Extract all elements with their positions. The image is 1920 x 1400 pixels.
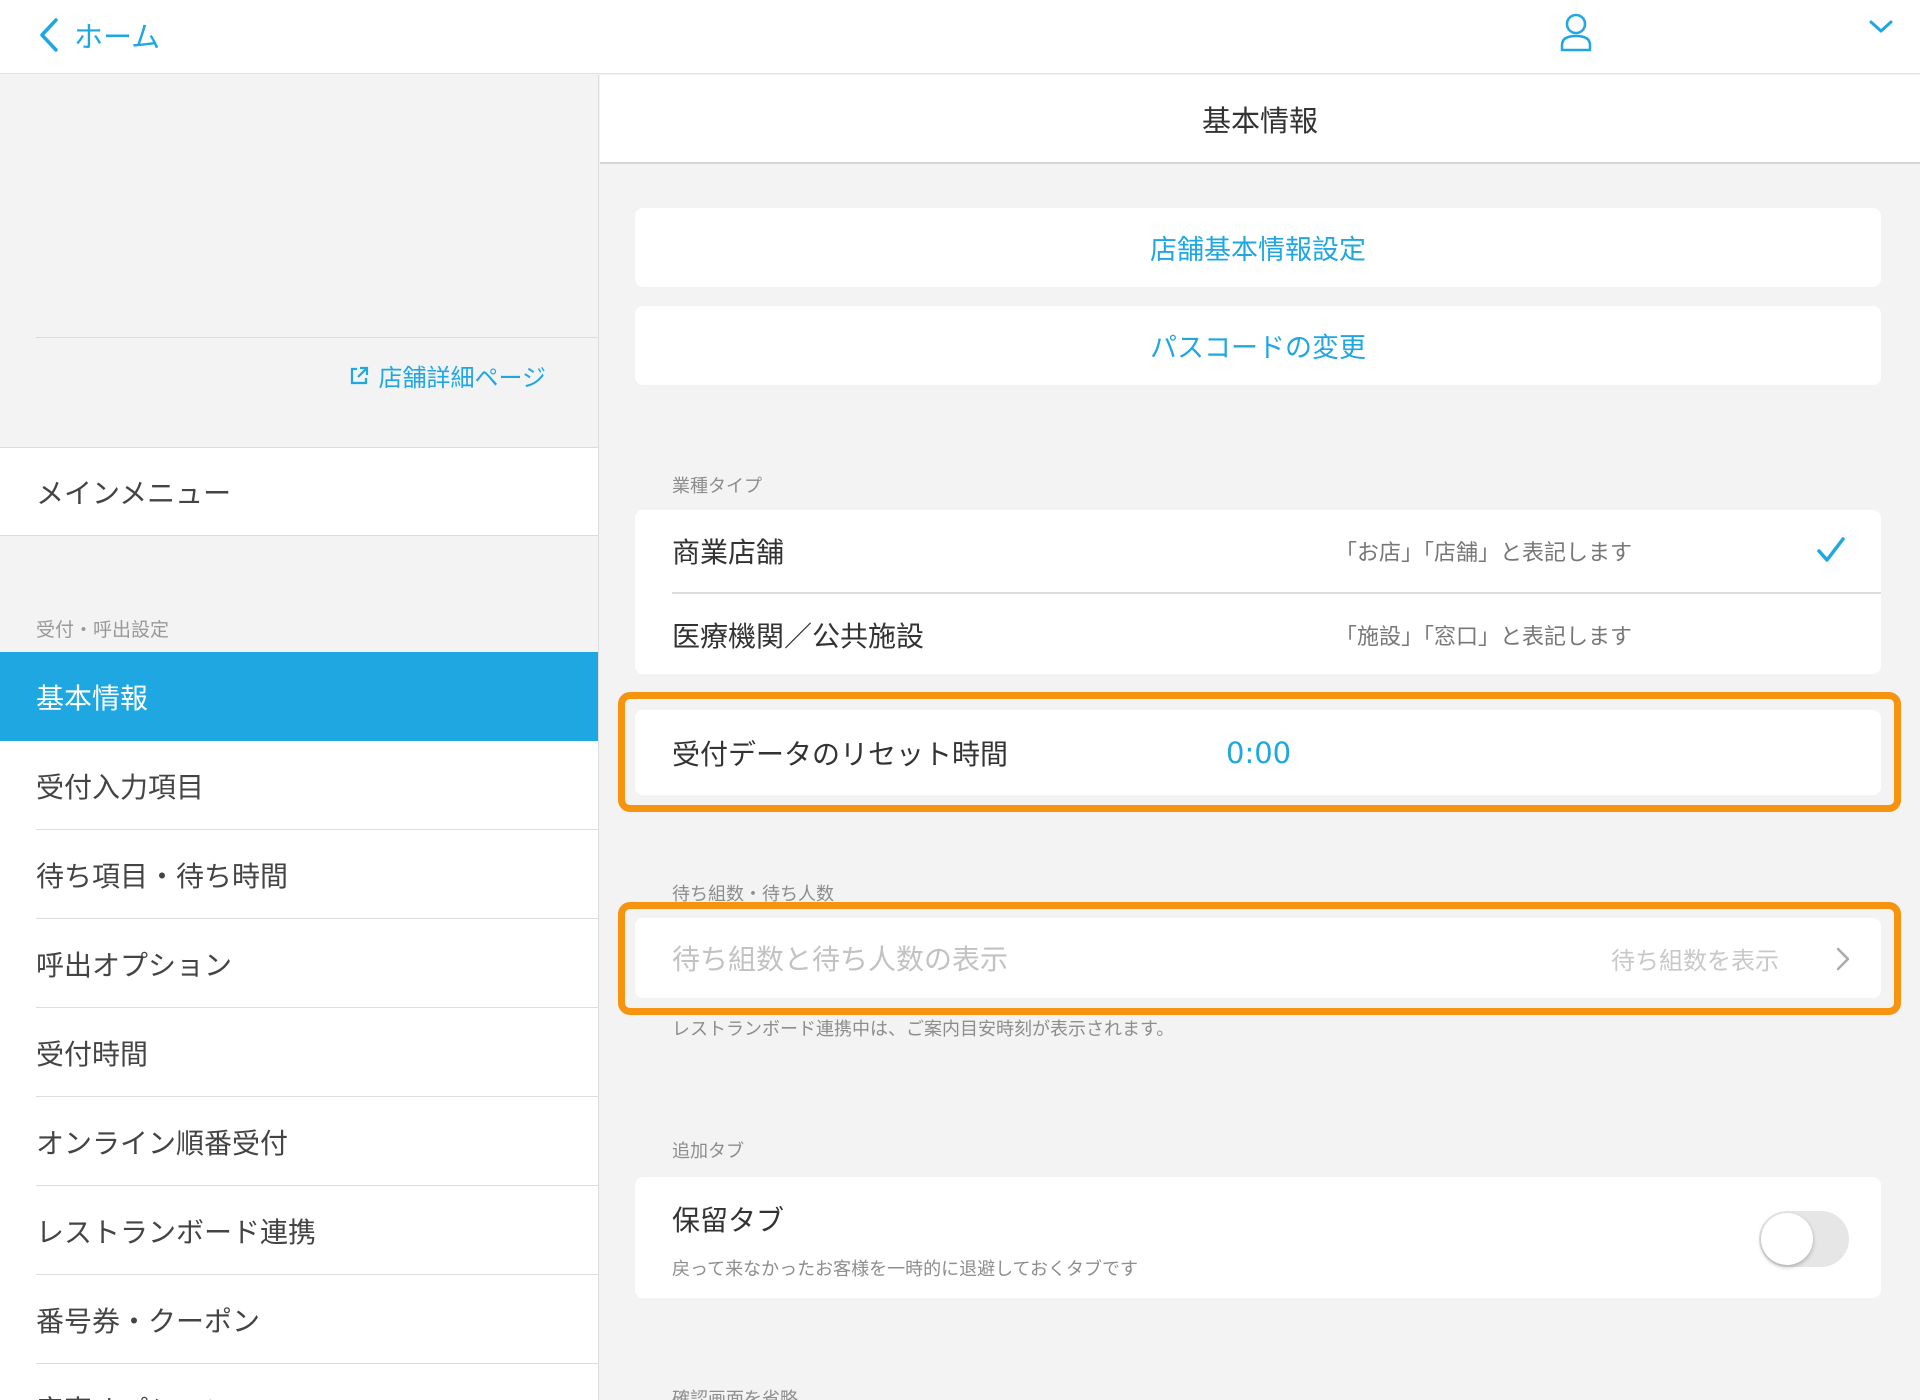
toggle-knob [1761, 1213, 1813, 1265]
sidebar-item-label: 受付入力項目 [36, 770, 205, 804]
sidebar-item-call-options[interactable]: 呼出オプション [0, 919, 598, 1008]
hold-tab-toggle[interactable] [1759, 1211, 1849, 1267]
sidebar-item-label: オンライン順番受付 [36, 1126, 289, 1160]
section-label-reception: 受付・呼出設定 [36, 619, 170, 641]
sidebar-item-wait-items[interactable]: 待ち項目・待ち時間 [0, 830, 598, 919]
sidebar-item-voice-options[interactable]: 音声オプション [0, 1364, 598, 1400]
sidebar-item-label: 音声オプション [36, 1389, 232, 1400]
chevron-down-icon[interactable] [1868, 18, 1894, 36]
sidebar-item-input-fields[interactable]: 受付入力項目 [0, 741, 598, 830]
page-title: 基本情報 [600, 75, 1920, 164]
store-settings-label: 店舗基本情報設定 [1150, 235, 1366, 266]
option-name: 商業店舗 [672, 536, 785, 569]
sidebar-item-online-reception[interactable]: オンライン順番受付 [0, 1097, 598, 1186]
reset-time-label: 受付データのリセット時間 [672, 737, 1009, 771]
hold-tab-desc: 戻って来なかったお客様を一時的に退避しておくタブです [672, 1259, 1139, 1280]
hold-tab-card: 保留タブ 戻って来なかったお客様を一時的に退避しておくタブです [635, 1177, 1881, 1298]
chevron-right-icon [1836, 947, 1850, 971]
external-link-icon [351, 366, 369, 384]
option-desc: 「お店」「店舗」と表記します [1335, 541, 1633, 566]
settings-menu: 基本情報 受付入力項目 待ち項目・待ち時間 呼出オプション 受付時間 オンライン… [0, 652, 598, 1400]
store-settings-button[interactable]: 店舗基本情報設定 [635, 208, 1881, 287]
passcode-button[interactable]: パスコードの変更 [635, 306, 1881, 385]
main-menu-item[interactable]: メインメニュー [0, 447, 598, 536]
business-type-commercial[interactable]: 商業店舗 「お店」「店舗」と表記します [635, 510, 1881, 592]
sidebar-item-ticket-coupon[interactable]: 番号券・クーポン [0, 1275, 598, 1364]
sidebar-item-label: 受付時間 [36, 1037, 149, 1071]
waiting-display-value: 待ち組数を表示 [1611, 946, 1779, 975]
chevron-left-icon [40, 18, 58, 52]
sidebar-item-reception-hours[interactable]: 受付時間 [0, 1008, 598, 1097]
main-content: 基本情報 店舗基本情報設定 パスコードの変更 業種タイプ 商業店舗 「お店」「店… [600, 75, 1920, 1400]
top-bar: ホーム [0, 0, 1920, 74]
waiting-display-label: 待ち組数と待ち人数の表示 [672, 943, 1009, 976]
business-type-card: 商業店舗 「お店」「店舗」と表記します 医療機関／公共施設 「施設」「窓口」と表… [635, 510, 1881, 674]
sidebar-item-label: 呼出オプション [36, 948, 233, 982]
passcode-label: パスコードの変更 [1150, 333, 1366, 364]
sidebar-item-label: 番号券・クーポン [36, 1304, 261, 1338]
hold-tab-title: 保留タブ [672, 1204, 785, 1237]
store-detail-link[interactable]: 店舗詳細ページ [348, 358, 546, 393]
sidebar-item-basic-info[interactable]: 基本情報 [0, 652, 598, 741]
waiting-display-row: 待ち組数と待ち人数の表示 待ち組数を表示 [635, 918, 1881, 998]
store-detail-label: 店舗詳細ページ [378, 364, 546, 392]
extra-tabs-label: 追加タブ [672, 1141, 744, 1162]
reset-time-card[interactable]: 受付データのリセット時間 0:00 [635, 710, 1881, 795]
sidebar: 店舗詳細ページ メインメニュー 受付・呼出設定 基本情報 受付入力項目 待ち項目… [0, 75, 599, 1400]
sidebar-item-label: 待ち項目・待ち時間 [36, 859, 289, 893]
sidebar-item-label: レストランボード連携 [36, 1215, 317, 1249]
waiting-note: レストランボード連携中は、ご案内目安時刻が表示されます。 [672, 1019, 1175, 1040]
main-menu-label: メインメニュー [36, 476, 232, 510]
waiting-display-card: 待ち組数と待ち人数の表示 待ち組数を表示 [635, 918, 1881, 998]
reset-time-value[interactable]: 0:00 [1226, 736, 1291, 770]
sidebar-item-label: 基本情報 [36, 681, 149, 715]
waiting-section-label: 待ち組数・待ち人数 [672, 884, 834, 905]
back-label: ホーム [74, 20, 161, 54]
back-button[interactable]: ホーム [38, 10, 160, 60]
option-desc: 「施設」「窓口」と表記します [1335, 625, 1633, 650]
check-icon [1817, 537, 1845, 562]
business-type-label: 業種タイプ [672, 476, 762, 497]
sidebar-item-restaurant-board[interactable]: レストランボード連携 [0, 1186, 598, 1275]
user-icon[interactable] [1558, 12, 1594, 52]
reset-time-row[interactable]: 受付データのリセット時間 0:00 [635, 710, 1881, 795]
skip-confirm-label: 確認画面を省略 [672, 1389, 798, 1400]
option-name: 医療機関／公共施設 [672, 620, 925, 653]
store-info-area [36, 75, 598, 338]
business-type-medical[interactable]: 医療機関／公共施設 「施設」「窓口」と表記します [635, 594, 1881, 676]
